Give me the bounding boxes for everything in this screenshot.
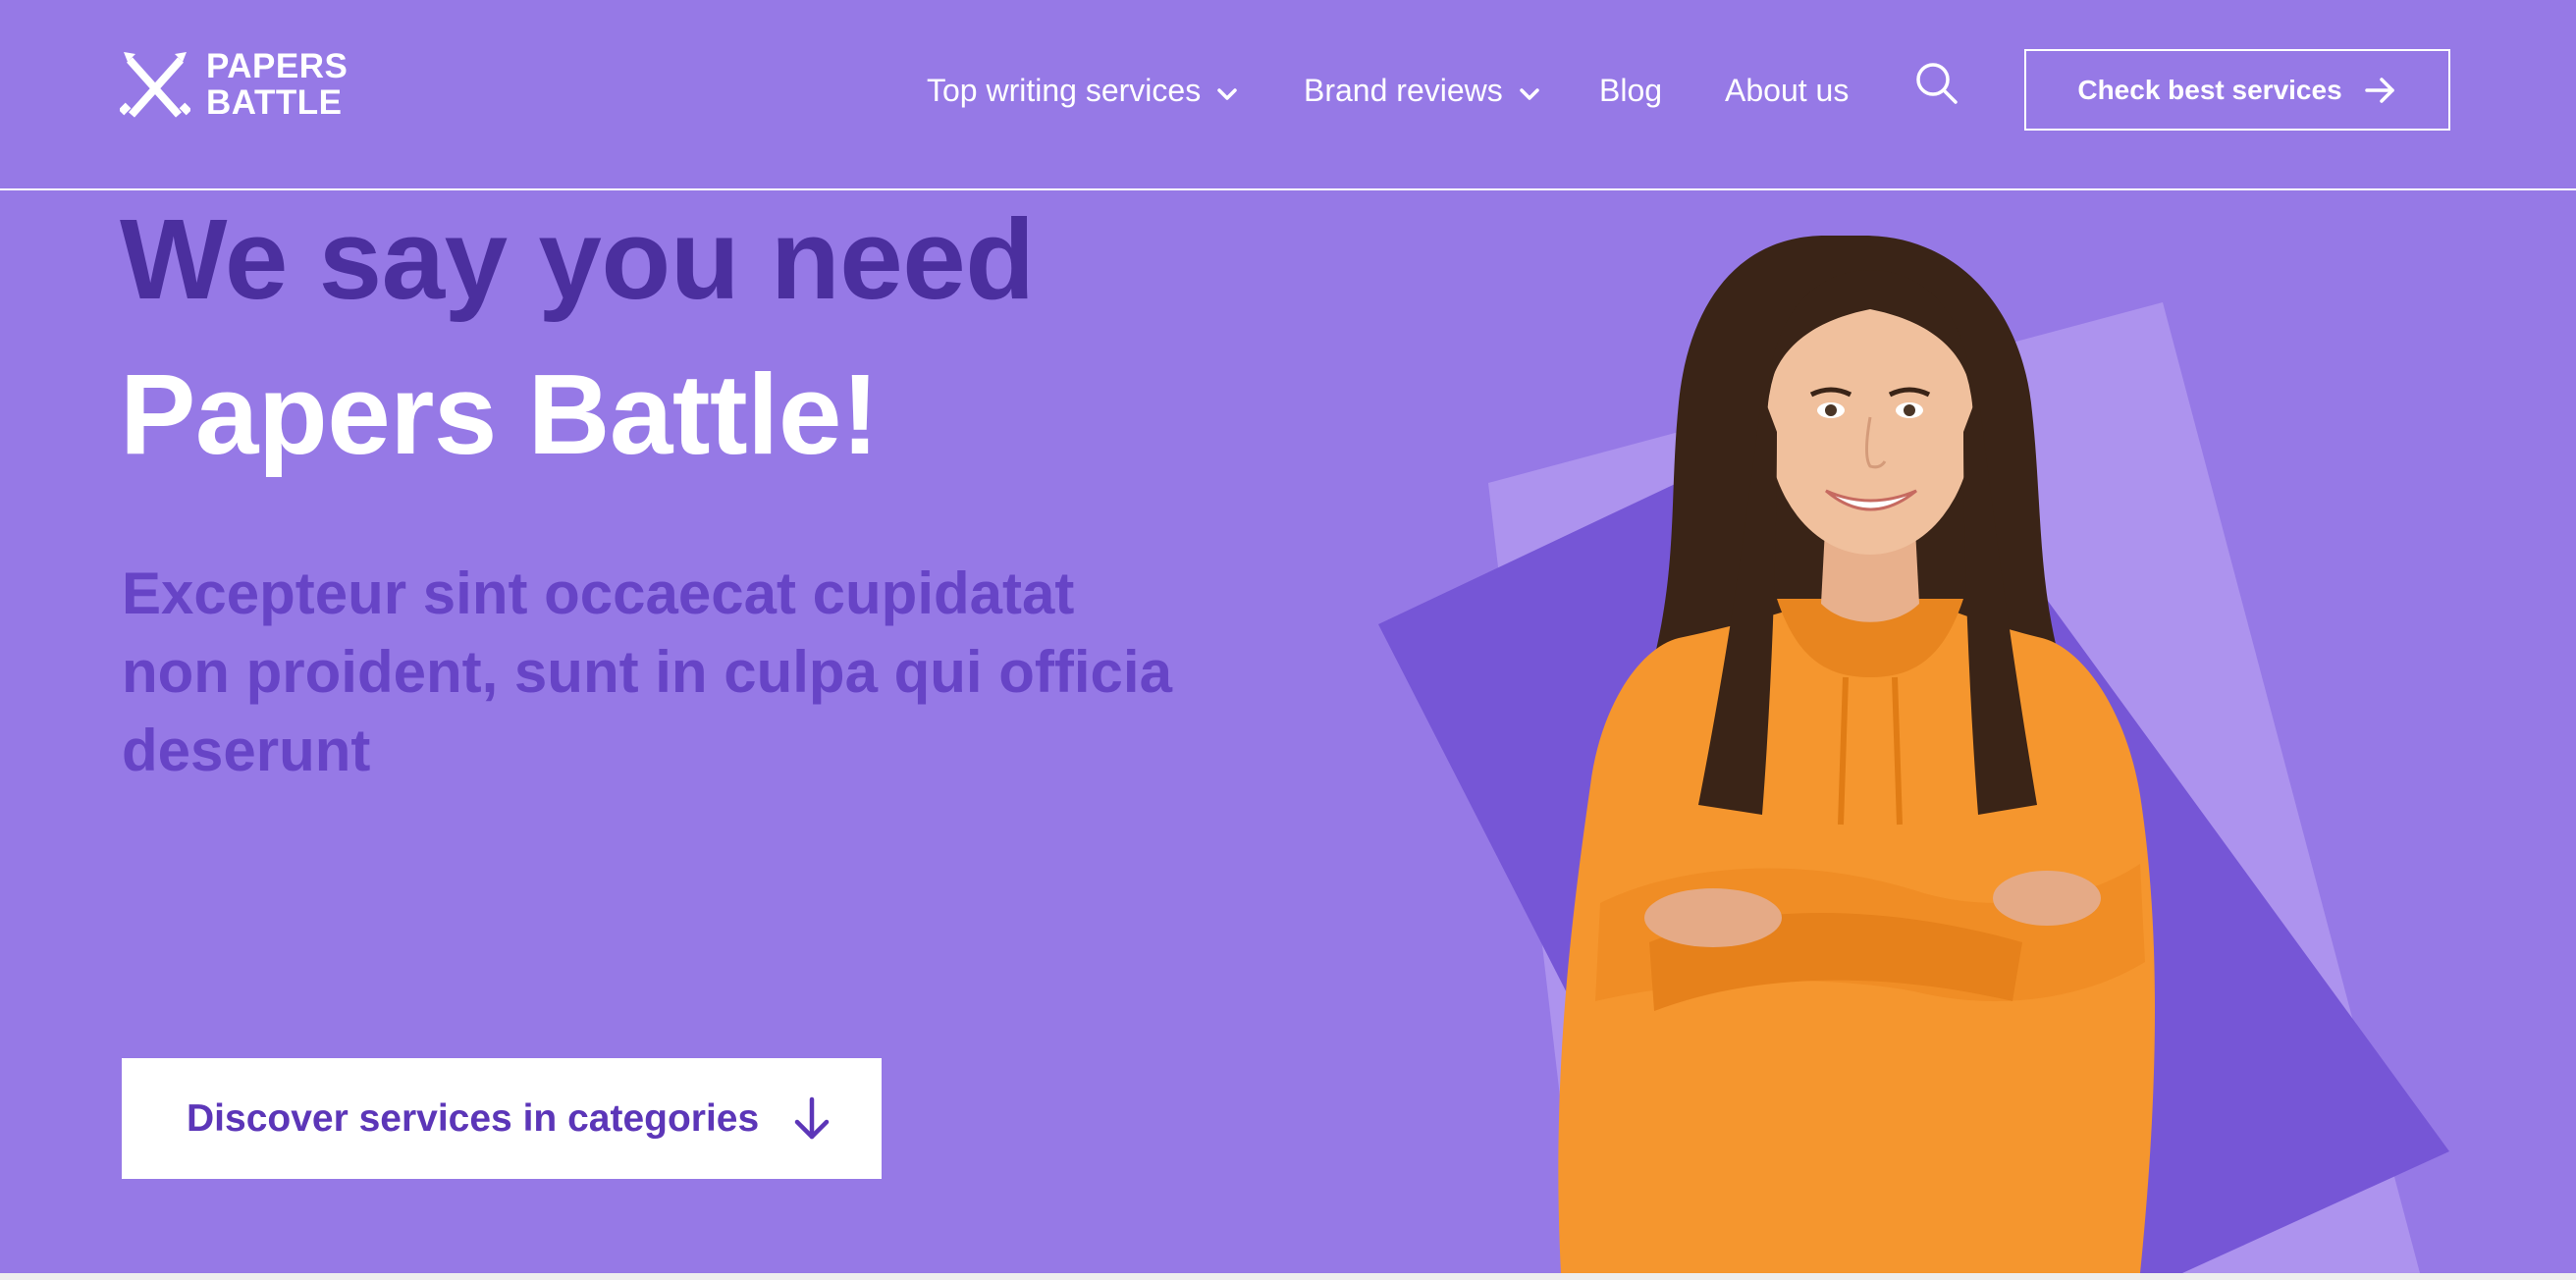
check-best-services-button[interactable]: Check best services xyxy=(2024,49,2450,131)
site-header: PAPERS BATTLE Top writing services Brand… xyxy=(0,0,2576,190)
logo-line-1: PAPERS xyxy=(206,47,349,85)
logo-wordmark: PAPERS BATTLE xyxy=(206,48,348,121)
hero-subtitle: Excepteur sint occaecat cupidatat non pr… xyxy=(122,560,1172,783)
nav-blog[interactable]: Blog xyxy=(1599,63,1662,118)
nav-brand-reviews[interactable]: Brand reviews xyxy=(1304,63,1542,118)
headline-line-1: We say you need xyxy=(120,195,1035,323)
crossed-pens-icon xyxy=(120,52,190,118)
nav-about-us[interactable]: About us xyxy=(1725,63,1849,118)
logo-line-2: BATTLE xyxy=(206,83,343,122)
nav-label: Top writing services xyxy=(927,72,1202,108)
discover-services-button[interactable]: Discover services in categories xyxy=(122,1058,882,1179)
cta-label: Check best services xyxy=(2077,74,2342,105)
chevron-down-icon xyxy=(1520,88,1539,100)
page-bottom-border xyxy=(0,1273,2576,1280)
hero-page: PAPERS BATTLE Top writing services Brand… xyxy=(0,0,2576,1273)
papers-battle-logo[interactable]: PAPERS BATTLE xyxy=(120,47,348,122)
search-icon[interactable] xyxy=(1914,61,1959,106)
nav-label: Blog xyxy=(1599,72,1663,108)
nav-label: About us xyxy=(1725,72,1850,108)
nav-label: Brand reviews xyxy=(1304,72,1503,108)
smiling-woman-image xyxy=(1558,236,2155,1273)
arrow-down-icon xyxy=(794,1096,830,1139)
headline-line-2: Papers Battle! xyxy=(120,350,880,478)
chevron-down-icon xyxy=(1217,88,1237,100)
nav-top-writing-services[interactable]: Top writing services xyxy=(927,63,1240,118)
discover-label: Discover services in categories xyxy=(187,1096,760,1140)
arrow-right-icon xyxy=(2364,77,2394,103)
